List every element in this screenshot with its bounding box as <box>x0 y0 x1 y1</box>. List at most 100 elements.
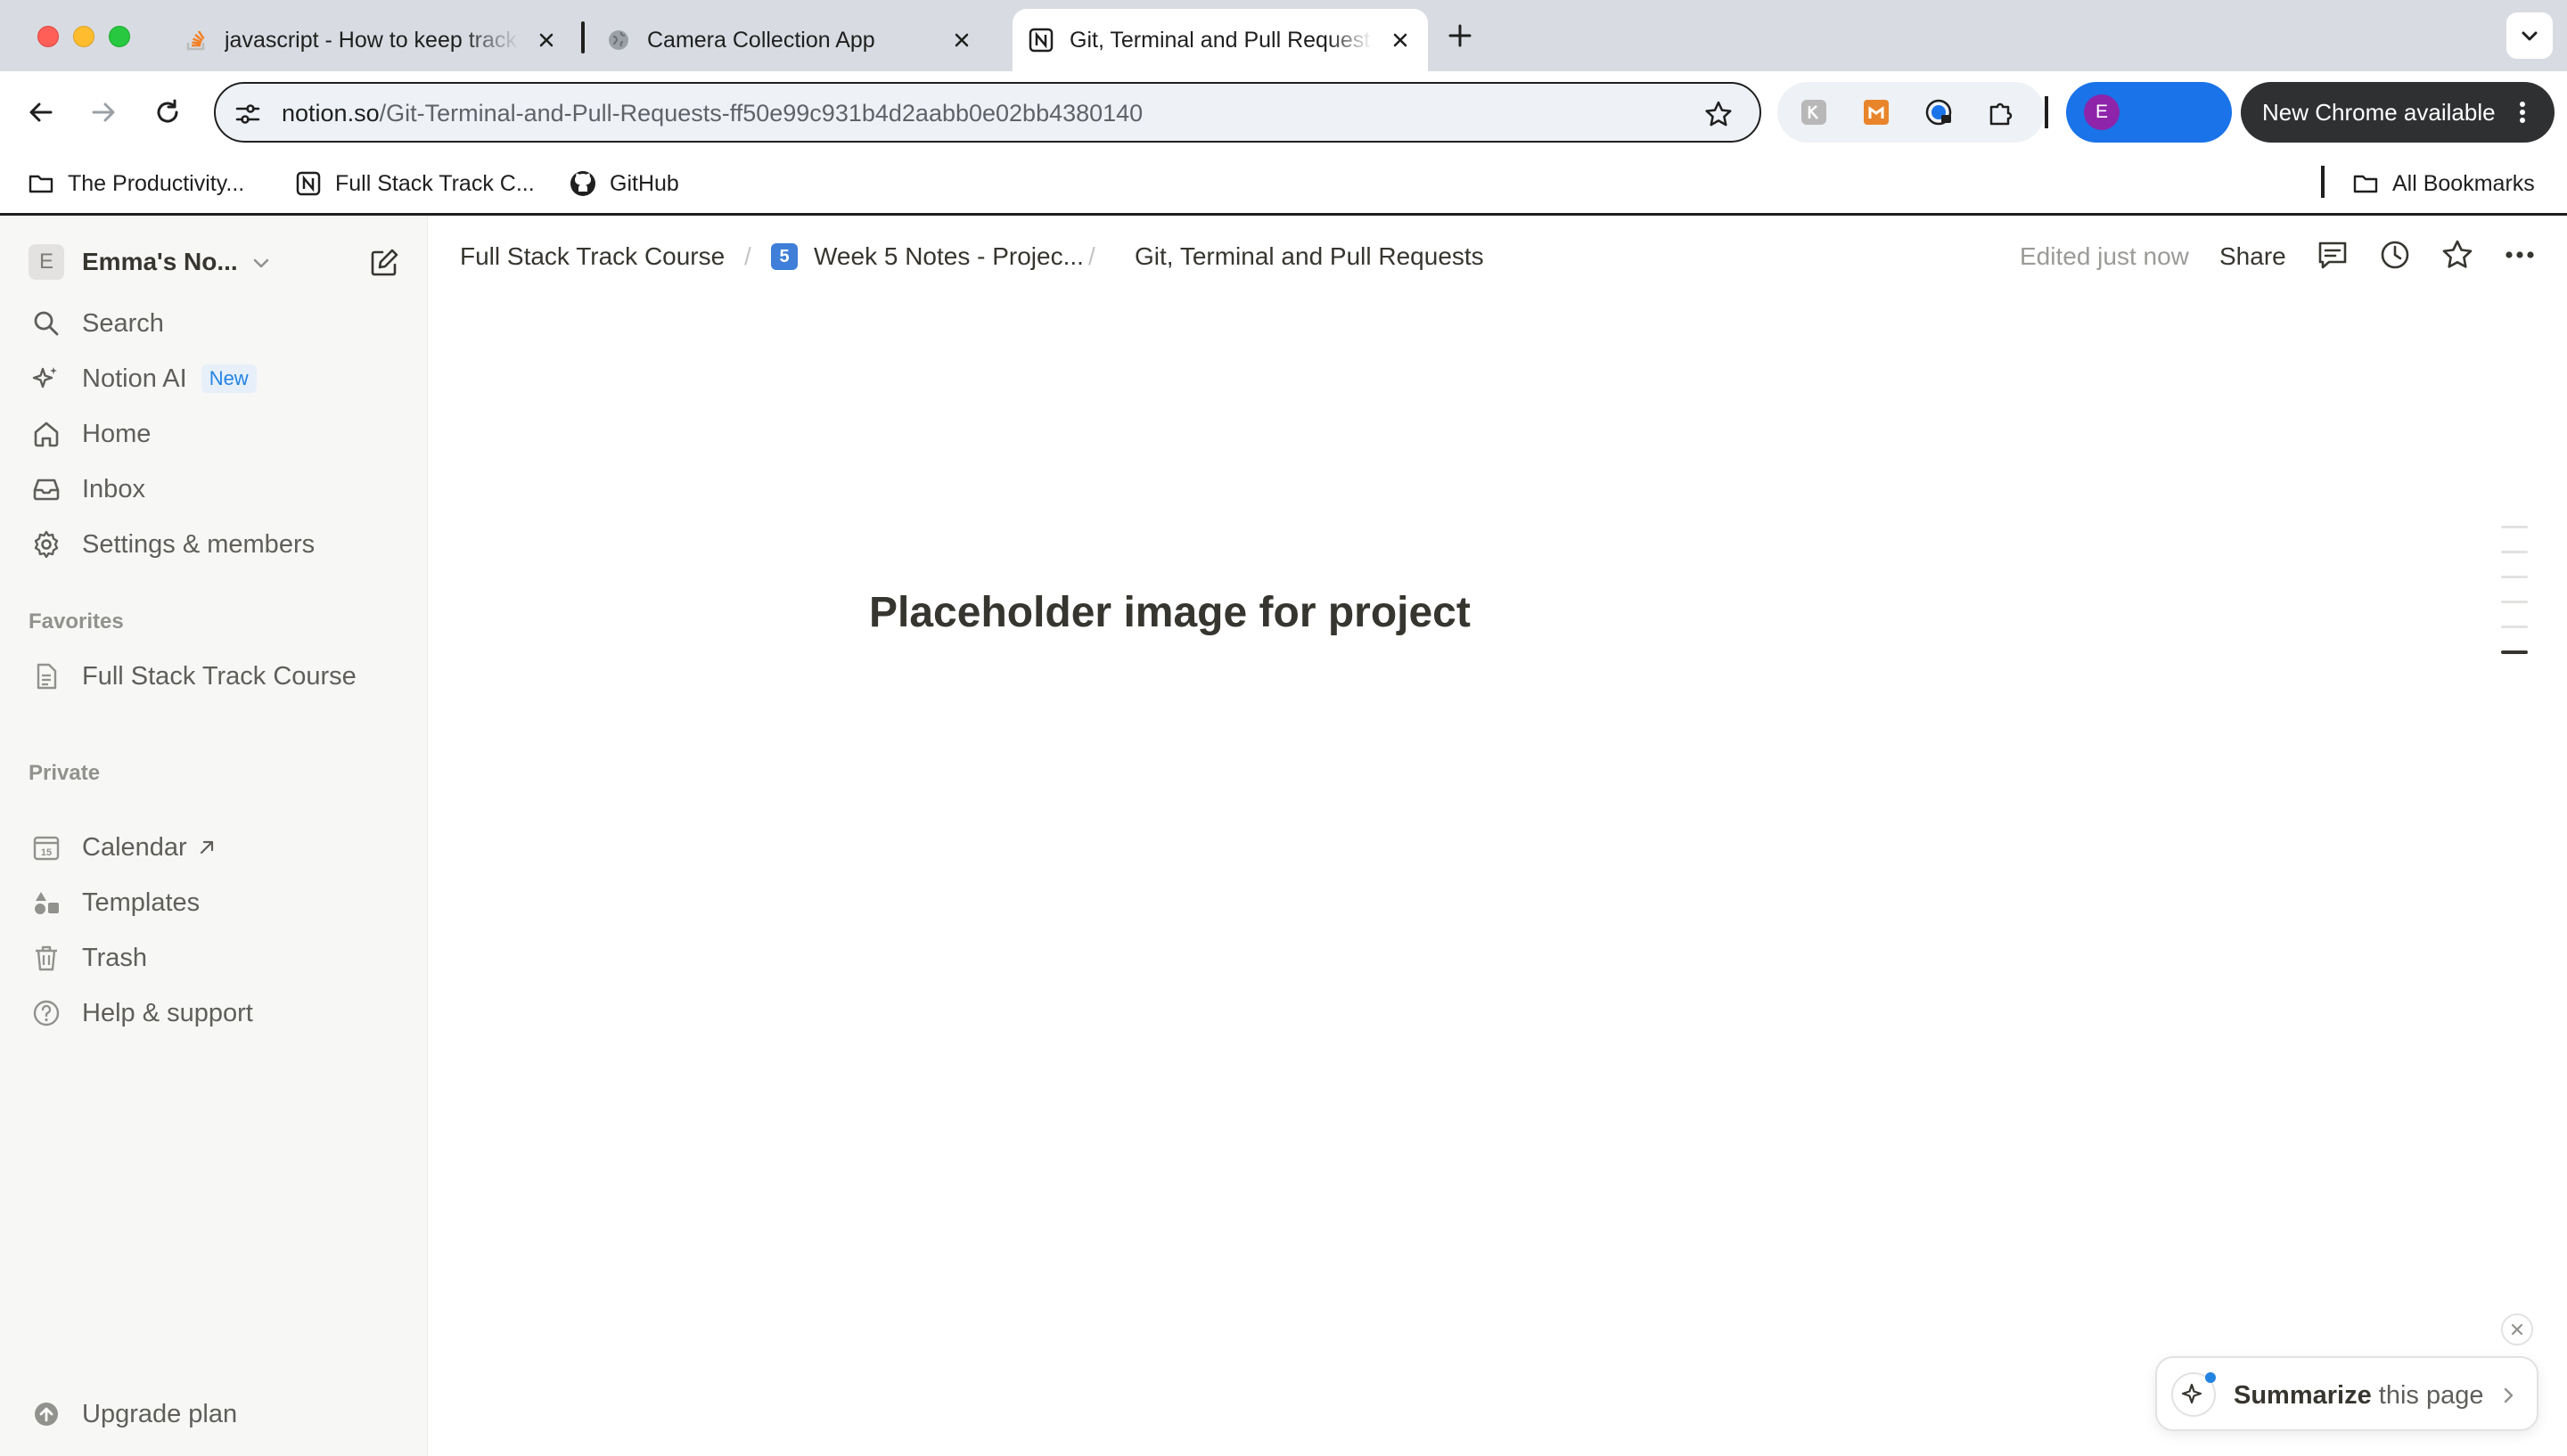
new-page-icon[interactable] <box>367 246 401 280</box>
window-zoom-button[interactable] <box>109 26 130 47</box>
workspace-name: Emma's No... <box>82 248 238 275</box>
sidebar-item-settings[interactable]: Settings & members <box>29 520 403 568</box>
dismiss-summarize-button[interactable] <box>2501 1313 2533 1346</box>
update-label: New Chrome available <box>2262 99 2496 126</box>
tab-search-button[interactable] <box>2506 12 2553 59</box>
browser-toolbar: notion.so/Git-Terminal-and-Pull-Requests… <box>0 71 2567 153</box>
profile-button[interactable]: E <box>2066 82 2232 143</box>
breadcrumb-separator: / <box>744 242 751 270</box>
sidebar-item-trash[interactable]: Trash <box>29 934 403 982</box>
folder-icon <box>27 169 55 198</box>
chevron-right-icon <box>2496 1383 2521 1408</box>
upgrade-plan-button[interactable]: Upgrade plan <box>29 1390 403 1438</box>
toc-line[interactable] <box>2501 626 2528 628</box>
sidebar: E Emma's No... Search Notion AI New Home… <box>0 216 428 1456</box>
bookmark-star-icon[interactable] <box>1702 98 1735 130</box>
site-settings-icon[interactable] <box>234 100 262 128</box>
sparkle-icon <box>29 361 64 397</box>
close-icon[interactable] <box>948 27 975 53</box>
close-icon[interactable] <box>1387 27 1414 53</box>
address-bar[interactable]: notion.so/Git-Terminal-and-Pull-Requests… <box>214 82 1761 143</box>
sidebar-item-search[interactable]: Search <box>29 299 403 348</box>
sidebar-item-label: Upgrade plan <box>82 1399 238 1428</box>
all-bookmarks-button[interactable]: All Bookmarks <box>2351 166 2535 201</box>
new-tab-icon[interactable] <box>1444 20 1476 52</box>
share-button[interactable]: Share <box>2219 242 2286 271</box>
page-topbar: Full Stack Track Course / 5 Week 5 Notes… <box>429 216 2567 298</box>
sidebar-item-calendar[interactable]: 15 Calendar <box>29 823 403 871</box>
bookmarks-bar: The Productivity... Full Stack Track C..… <box>0 153 2567 216</box>
sidebar-item-label: Calendar <box>82 832 187 862</box>
breadcrumb-item[interactable]: Full Stack Track Course <box>460 242 725 271</box>
sidebar-item-help[interactable]: Help & support <box>29 989 403 1037</box>
sidebar-item-inbox[interactable]: Inbox <box>29 465 403 513</box>
sidebar-item-label: Home <box>82 419 152 448</box>
gear-icon <box>29 527 64 562</box>
bookmark-item[interactable]: The Productivity... <box>27 166 244 201</box>
bookmark-label: Full Stack Track C... <box>335 170 535 196</box>
extension-icon[interactable] <box>1799 97 1829 127</box>
summarize-page-button[interactable]: Summarize this page <box>2155 1356 2538 1431</box>
extension-icon[interactable] <box>1861 97 1891 127</box>
more-vert-icon[interactable] <box>2506 96 2538 128</box>
bookmarks-divider <box>2321 166 2325 198</box>
clock-icon[interactable] <box>2377 237 2413 273</box>
url-host: notion.so <box>282 100 380 127</box>
back-arrow-icon[interactable] <box>23 94 59 130</box>
sidebar-item-label: Notion AI <box>82 364 187 393</box>
sidebar-item-templates[interactable]: Templates <box>29 879 403 927</box>
notification-dot <box>2205 1372 2216 1383</box>
browser-tab[interactable]: Camera Collection App <box>597 9 989 71</box>
more-horizontal-icon[interactable] <box>2502 237 2538 273</box>
password-manager-icon[interactable] <box>1923 97 1954 127</box>
all-bookmarks-label: All Bookmarks <box>2392 170 2535 196</box>
bookmark-item[interactable]: GitHub <box>569 166 679 201</box>
edited-status: Edited just now <box>2020 242 2189 270</box>
close-icon[interactable] <box>533 27 560 53</box>
update-chrome-button[interactable]: New Chrome available <box>2241 82 2555 143</box>
sidebar-item-label: Search <box>82 308 164 338</box>
url-text[interactable]: notion.so/Git-Terminal-and-Pull-Requests… <box>282 100 1143 127</box>
page-heading[interactable]: Placeholder image for project <box>869 588 1471 637</box>
puzzle-icon[interactable] <box>1986 97 2016 127</box>
templates-icon <box>29 885 64 920</box>
comment-icon[interactable] <box>2315 237 2350 273</box>
browser-tab[interactable]: javascript - How to keep track <box>175 9 574 71</box>
tab-title: Git, Terminal and Pull Requests <box>1070 27 1373 53</box>
sidebar-item-label: Templates <box>82 888 201 917</box>
summarize-label: Summarize this page <box>2234 1381 2484 1410</box>
sidebar-item-label: Trash <box>82 943 148 972</box>
sidebar-item-label: Help & support <box>82 998 253 1027</box>
breadcrumb-label: Week 5 Notes - Projec... <box>814 242 1084 270</box>
sidebar-item-home[interactable]: Home <box>29 410 403 458</box>
notion-icon <box>1029 28 1054 53</box>
reload-icon[interactable] <box>150 94 185 130</box>
breadcrumb-item[interactable]: 5 Week 5 Notes - Projec... <box>771 242 1084 271</box>
external-link-icon <box>196 837 217 858</box>
breadcrumb-item[interactable]: Git, Terminal and Pull Requests <box>1135 242 1484 271</box>
chevron-down-icon <box>250 251 273 274</box>
forward-arrow-icon[interactable] <box>86 94 121 130</box>
browser-tab-active[interactable]: Git, Terminal and Pull Requests <box>1013 9 1428 71</box>
toc-line[interactable] <box>2501 576 2528 578</box>
window-close-button[interactable] <box>37 26 59 47</box>
keycap-five-icon: 5 <box>771 243 798 270</box>
bookmark-label: The Productivity... <box>68 170 245 196</box>
toc-line[interactable] <box>2501 601 2528 603</box>
home-icon <box>29 416 64 452</box>
bookmark-item[interactable]: Full Stack Track C... <box>294 166 535 201</box>
toc-line[interactable] <box>2501 551 2528 553</box>
toc-line-active[interactable] <box>2501 650 2528 654</box>
window-minimize-button[interactable] <box>73 26 94 47</box>
workspace-switcher[interactable]: E Emma's No... <box>29 239 406 285</box>
favorites-heading: Favorites <box>29 609 124 634</box>
sidebar-item-full-stack-track-course[interactable]: Full Stack Track Course <box>29 652 403 700</box>
toc-line[interactable] <box>2501 526 2528 528</box>
workspace-avatar: E <box>29 244 64 280</box>
sidebar-item-notion-ai[interactable]: Notion AI New <box>29 355 403 403</box>
sidebar-item-label: Inbox <box>82 474 145 503</box>
url-path: /Git-Terminal-and-Pull-Requests-ff50e99c… <box>379 100 1144 127</box>
tab-title: javascript - How to keep track <box>225 27 517 53</box>
star-icon[interactable] <box>2440 237 2475 273</box>
folder-icon <box>2351 169 2380 198</box>
